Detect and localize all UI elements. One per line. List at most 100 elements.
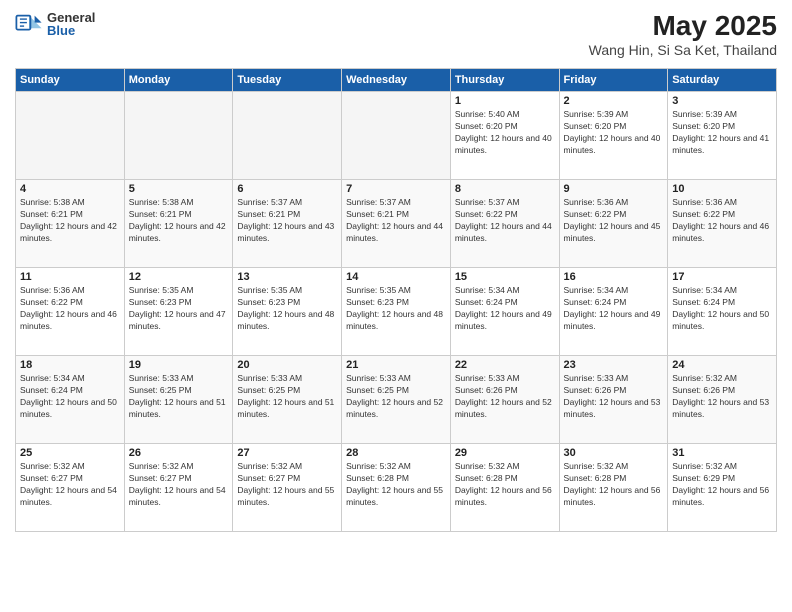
day-info: Sunrise: 5:37 AMSunset: 6:21 PMDaylight:… <box>346 197 446 245</box>
calendar-cell: 7 Sunrise: 5:37 AMSunset: 6:21 PMDaylight… <box>342 180 451 268</box>
day-number: 11 <box>20 271 120 283</box>
day-info: Sunrise: 5:34 AMSunset: 6:24 PMDaylight:… <box>672 285 772 333</box>
day-info: Sunrise: 5:39 AMSunset: 6:20 PMDaylight:… <box>564 109 664 157</box>
day-number: 2 <box>564 95 664 107</box>
calendar-cell: 27 Sunrise: 5:32 AMSunset: 6:27 PMDayligh… <box>233 444 342 532</box>
day-info: Sunrise: 5:35 AMSunset: 6:23 PMDaylight:… <box>129 285 229 333</box>
day-number: 17 <box>672 271 772 283</box>
weekday-header: Sunday <box>16 69 125 92</box>
day-info: Sunrise: 5:36 AMSunset: 6:22 PMDaylight:… <box>672 197 772 245</box>
day-info: Sunrise: 5:35 AMSunset: 6:23 PMDaylight:… <box>346 285 446 333</box>
logo-icon <box>15 10 43 38</box>
day-number: 9 <box>564 183 664 195</box>
calendar-cell: 30 Sunrise: 5:32 AMSunset: 6:28 PMDayligh… <box>559 444 668 532</box>
day-info: Sunrise: 5:34 AMSunset: 6:24 PMDaylight:… <box>20 373 120 421</box>
calendar-cell: 19 Sunrise: 5:33 AMSunset: 6:25 PMDayligh… <box>124 356 233 444</box>
weekday-header: Tuesday <box>233 69 342 92</box>
day-number: 28 <box>346 447 446 459</box>
calendar-cell: 11Sunrise: 5:36 AMSunset: 6:22 PMDayligh… <box>16 268 125 356</box>
calendar-cell: 23 Sunrise: 5:33 AMSunset: 6:26 PMDayligh… <box>559 356 668 444</box>
day-number: 5 <box>129 183 229 195</box>
day-info: Sunrise: 5:32 AMSunset: 6:28 PMDaylight:… <box>564 461 664 509</box>
weekday-header: Monday <box>124 69 233 92</box>
day-number: 8 <box>455 183 555 195</box>
calendar-cell: 28 Sunrise: 5:32 AMSunset: 6:28 PMDayligh… <box>342 444 451 532</box>
calendar-cell: 22 Sunrise: 5:33 AMSunset: 6:26 PMDayligh… <box>450 356 559 444</box>
weekday-header: Friday <box>559 69 668 92</box>
day-number: 27 <box>237 447 337 459</box>
calendar-cell <box>233 92 342 180</box>
location-title: Wang Hin, Si Sa Ket, Thailand <box>589 42 777 58</box>
calendar-cell: 21 Sunrise: 5:33 AMSunset: 6:25 PMDayligh… <box>342 356 451 444</box>
calendar-cell: 26 Sunrise: 5:32 AMSunset: 6:27 PMDayligh… <box>124 444 233 532</box>
calendar-cell: 6Sunrise: 5:37 AMSunset: 6:21 PMDaylight… <box>233 180 342 268</box>
day-info: Sunrise: 5:34 AMSunset: 6:24 PMDaylight:… <box>564 285 664 333</box>
calendar-cell: 20Sunrise: 5:33 AMSunset: 6:25 PMDayligh… <box>233 356 342 444</box>
day-info: Sunrise: 5:33 AMSunset: 6:25 PMDaylight:… <box>129 373 229 421</box>
calendar-cell: 5 Sunrise: 5:38 AMSunset: 6:21 PMDaylight… <box>124 180 233 268</box>
calendar-cell: 16Sunrise: 5:34 AMSunset: 6:24 PMDayligh… <box>559 268 668 356</box>
calendar-cell: 3Sunrise: 5:39 AMSunset: 6:20 PMDaylight… <box>668 92 777 180</box>
calendar-header-row: SundayMondayTuesdayWednesdayThursdayFrid… <box>16 69 777 92</box>
calendar-cell: 9 Sunrise: 5:36 AMSunset: 6:22 PMDaylight… <box>559 180 668 268</box>
day-number: 30 <box>564 447 664 459</box>
day-info: Sunrise: 5:32 AMSunset: 6:27 PMDaylight:… <box>129 461 229 509</box>
day-info: Sunrise: 5:33 AMSunset: 6:26 PMDaylight:… <box>455 373 555 421</box>
day-info: Sunrise: 5:32 AMSunset: 6:28 PMDaylight:… <box>346 461 446 509</box>
calendar-table: SundayMondayTuesdayWednesdayThursdayFrid… <box>15 68 777 532</box>
page-container: General Blue May 2025 Wang Hin, Si Sa Ke… <box>0 0 792 542</box>
day-info: Sunrise: 5:32 AMSunset: 6:29 PMDaylight:… <box>672 461 772 509</box>
calendar-cell <box>342 92 451 180</box>
calendar-week-row: 18 Sunrise: 5:34 AMSunset: 6:24 PMDayligh… <box>16 356 777 444</box>
day-number: 31 <box>672 447 772 459</box>
day-info: Sunrise: 5:34 AMSunset: 6:24 PMDaylight:… <box>455 285 555 333</box>
day-number: 18 <box>20 359 120 371</box>
day-info: Sunrise: 5:36 AMSunset: 6:22 PMDaylight:… <box>564 197 664 245</box>
month-title: May 2025 <box>589 10 777 42</box>
day-info: Sunrise: 5:33 AMSunset: 6:25 PMDaylight:… <box>237 373 337 421</box>
calendar-week-row: 4Sunrise: 5:38 AMSunset: 6:21 PMDaylight… <box>16 180 777 268</box>
calendar-cell: 25Sunrise: 5:32 AMSunset: 6:27 PMDayligh… <box>16 444 125 532</box>
day-info: Sunrise: 5:32 AMSunset: 6:27 PMDaylight:… <box>237 461 337 509</box>
day-number: 19 <box>129 359 229 371</box>
logo: General Blue <box>15 10 95 38</box>
calendar-cell: 13Sunrise: 5:35 AMSunset: 6:23 PMDayligh… <box>233 268 342 356</box>
day-number: 7 <box>346 183 446 195</box>
calendar-cell: 18 Sunrise: 5:34 AMSunset: 6:24 PMDayligh… <box>16 356 125 444</box>
title-section: May 2025 Wang Hin, Si Sa Ket, Thailand <box>589 10 777 58</box>
day-number: 21 <box>346 359 446 371</box>
day-number: 3 <box>672 95 772 107</box>
calendar-cell: 29Sunrise: 5:32 AMSunset: 6:28 PMDayligh… <box>450 444 559 532</box>
calendar-week-row: 25Sunrise: 5:32 AMSunset: 6:27 PMDayligh… <box>16 444 777 532</box>
calendar-week-row: 11Sunrise: 5:36 AMSunset: 6:22 PMDayligh… <box>16 268 777 356</box>
day-info: Sunrise: 5:32 AMSunset: 6:28 PMDaylight:… <box>455 461 555 509</box>
calendar-cell <box>124 92 233 180</box>
day-number: 1 <box>455 95 555 107</box>
calendar-cell: 24Sunrise: 5:32 AMSunset: 6:26 PMDayligh… <box>668 356 777 444</box>
day-info: Sunrise: 5:40 AMSunset: 6:20 PMDaylight:… <box>455 109 555 157</box>
day-number: 12 <box>129 271 229 283</box>
calendar-cell: 14 Sunrise: 5:35 AMSunset: 6:23 PMDayligh… <box>342 268 451 356</box>
calendar-cell: 31 Sunrise: 5:32 AMSunset: 6:29 PMDayligh… <box>668 444 777 532</box>
calendar-week-row: 1 Sunrise: 5:40 AMSunset: 6:20 PMDaylight… <box>16 92 777 180</box>
weekday-header: Saturday <box>668 69 777 92</box>
day-info: Sunrise: 5:33 AMSunset: 6:26 PMDaylight:… <box>564 373 664 421</box>
weekday-header: Thursday <box>450 69 559 92</box>
day-number: 6 <box>237 183 337 195</box>
calendar-cell: 2 Sunrise: 5:39 AMSunset: 6:20 PMDaylight… <box>559 92 668 180</box>
day-info: Sunrise: 5:38 AMSunset: 6:21 PMDaylight:… <box>129 197 229 245</box>
logo-blue-text: Blue <box>47 24 95 37</box>
day-number: 13 <box>237 271 337 283</box>
day-number: 14 <box>346 271 446 283</box>
calendar-cell: 12 Sunrise: 5:35 AMSunset: 6:23 PMDayligh… <box>124 268 233 356</box>
day-number: 23 <box>564 359 664 371</box>
calendar-cell: 8Sunrise: 5:37 AMSunset: 6:22 PMDaylight… <box>450 180 559 268</box>
day-number: 22 <box>455 359 555 371</box>
day-info: Sunrise: 5:33 AMSunset: 6:25 PMDaylight:… <box>346 373 446 421</box>
day-info: Sunrise: 5:32 AMSunset: 6:27 PMDaylight:… <box>20 461 120 509</box>
weekday-header: Wednesday <box>342 69 451 92</box>
day-number: 26 <box>129 447 229 459</box>
day-number: 10 <box>672 183 772 195</box>
calendar-cell: 17 Sunrise: 5:34 AMSunset: 6:24 PMDayligh… <box>668 268 777 356</box>
day-info: Sunrise: 5:32 AMSunset: 6:26 PMDaylight:… <box>672 373 772 421</box>
